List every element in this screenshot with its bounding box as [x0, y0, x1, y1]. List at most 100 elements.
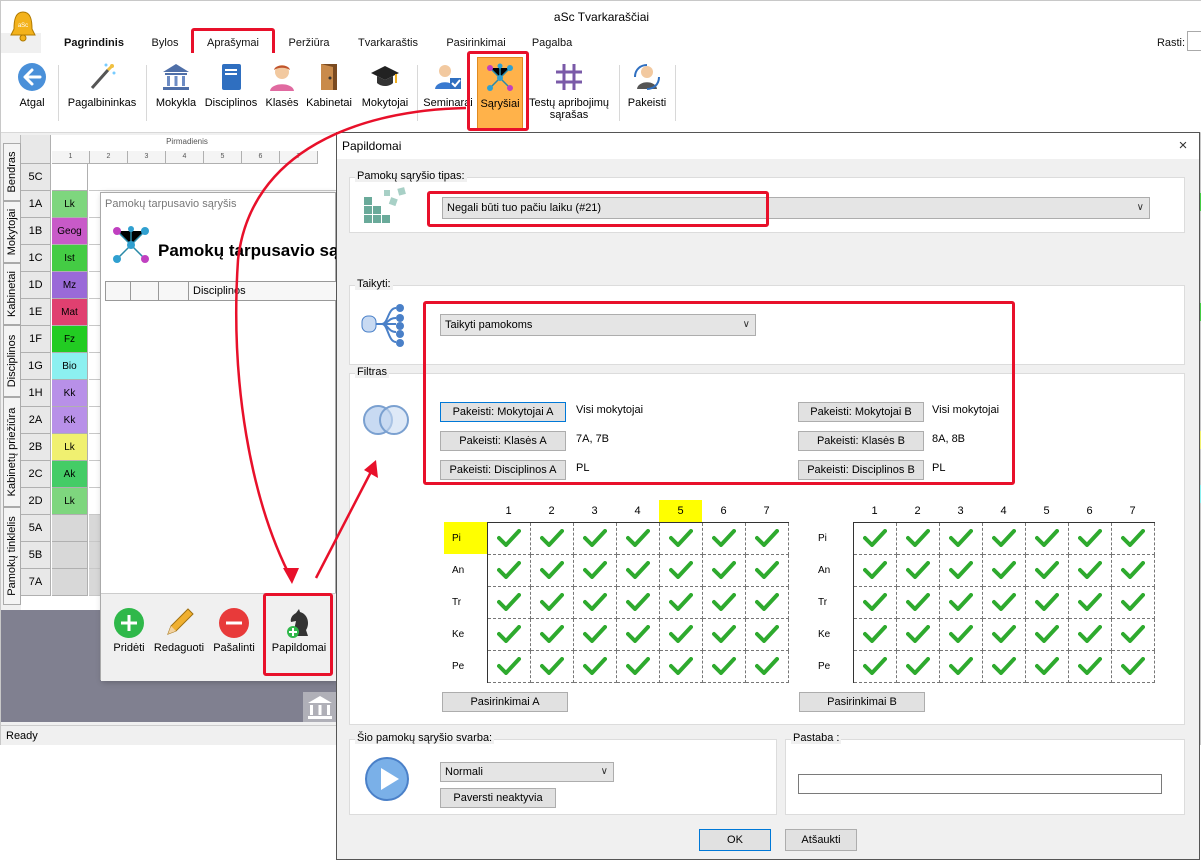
time-slot-cell[interactable]: [939, 586, 983, 619]
wizard-button[interactable]: Pagalbininkas: [61, 59, 143, 129]
time-slot-cell[interactable]: [1068, 618, 1112, 651]
time-slot-cell[interactable]: [659, 618, 703, 651]
lesson-card[interactable]: [52, 569, 88, 596]
tab-room-supervision[interactable]: Kabinetų priežiūra: [3, 397, 21, 507]
time-slot-cell[interactable]: [1111, 618, 1155, 651]
period-header[interactable]: 3: [939, 500, 982, 523]
edit-button[interactable]: Redaguoti: [149, 604, 209, 654]
day-row-header[interactable]: Pi: [444, 522, 488, 554]
add-button[interactable]: Pridėti: [109, 604, 149, 654]
time-slot-cell[interactable]: [982, 586, 1026, 619]
lesson-card[interactable]: [52, 515, 88, 542]
time-slot-cell[interactable]: [939, 650, 983, 683]
class-row-label[interactable]: 2A: [21, 407, 51, 434]
time-slot-cell[interactable]: [1025, 522, 1069, 555]
lesson-card[interactable]: Geog: [52, 218, 88, 245]
classrooms-button[interactable]: Kabinetai: [303, 59, 355, 129]
tab-classrooms[interactable]: Kabinetai: [3, 263, 21, 325]
class-row-label[interactable]: 5B: [21, 542, 51, 569]
timetable-row-cells[interactable]: [89, 164, 337, 191]
time-slot-cell[interactable]: [573, 618, 617, 651]
class-row-label[interactable]: 1B: [21, 218, 51, 245]
lesson-card[interactable]: Mat: [52, 299, 88, 326]
tab-lesson-grid[interactable]: Pamokų tinklelis: [3, 507, 21, 605]
period-header[interactable]: 6: [702, 500, 745, 523]
class-row-label[interactable]: 1G: [21, 353, 51, 380]
time-slot-cell[interactable]: [745, 650, 789, 683]
time-slot-cell[interactable]: [939, 554, 983, 587]
class-row-label[interactable]: 1D: [21, 272, 51, 299]
cancel-button[interactable]: Atšaukti: [785, 829, 857, 851]
time-slot-cell[interactable]: [659, 554, 703, 587]
tab-general[interactable]: Bendras: [3, 143, 21, 201]
deactivate-button[interactable]: Paversti neaktyvia: [440, 788, 556, 808]
time-slot-cell[interactable]: [616, 618, 660, 651]
lesson-card[interactable]: Ist: [52, 245, 88, 272]
lesson-card[interactable]: Lk: [52, 434, 88, 461]
day-row-header[interactable]: Pe: [810, 650, 854, 682]
options-b-button[interactable]: Pasirinkimai B: [799, 692, 925, 712]
time-slot-cell[interactable]: [702, 618, 746, 651]
tab-teachers[interactable]: Mokytojai: [3, 201, 21, 263]
lesson-card[interactable]: Ak: [52, 461, 88, 488]
period-header[interactable]: 2: [530, 500, 573, 523]
menu-bylos[interactable]: Bylos: [143, 35, 187, 53]
lesson-card[interactable]: Mz: [52, 272, 88, 299]
period-header[interactable]: 1: [853, 500, 896, 523]
time-slot-cell[interactable]: [487, 586, 531, 619]
time-slot-cell[interactable]: [616, 522, 660, 555]
options-a-button[interactable]: Pasirinkimai A: [442, 692, 568, 712]
school-building-icon[interactable]: [303, 692, 337, 722]
time-slot-cell[interactable]: [939, 522, 983, 555]
class-row-label[interactable]: 5A: [21, 515, 51, 542]
time-slot-cell[interactable]: [896, 618, 940, 651]
teachers-button[interactable]: Mokytojai: [357, 59, 413, 129]
time-slot-cell[interactable]: [745, 618, 789, 651]
time-slot-cell[interactable]: [1111, 650, 1155, 683]
lesson-card[interactable]: Lk: [52, 191, 88, 218]
time-slot-cell[interactable]: [1068, 650, 1112, 683]
time-slot-cell[interactable]: [487, 650, 531, 683]
period-header[interactable]: 2: [896, 500, 939, 523]
class-row-label[interactable]: 1F: [21, 326, 51, 353]
time-slot-cell[interactable]: [1025, 650, 1069, 683]
close-icon[interactable]: ×: [1173, 136, 1193, 156]
class-row-label[interactable]: 5C: [21, 164, 51, 191]
time-slot-cell[interactable]: [982, 618, 1026, 651]
period-header[interactable]: 5: [1025, 500, 1068, 523]
period-header[interactable]: 4: [982, 500, 1025, 523]
period-header[interactable]: 3: [573, 500, 616, 523]
class-row-label[interactable]: 2C: [21, 461, 51, 488]
lesson-card[interactable]: [52, 164, 88, 191]
ok-button[interactable]: OK: [699, 829, 771, 851]
classes-button[interactable]: Klasės: [263, 59, 301, 129]
time-slot-cell[interactable]: [896, 650, 940, 683]
menu-pagalba[interactable]: Pagalba: [525, 35, 579, 53]
lesson-card[interactable]: Bio: [52, 353, 88, 380]
subjects-button[interactable]: Disciplinos: [201, 59, 261, 129]
class-row-label[interactable]: 2D: [21, 488, 51, 515]
time-slot-cell[interactable]: [702, 522, 746, 555]
subjects-column-header[interactable]: Disciplinos: [193, 285, 246, 297]
bell-icon[interactable]: aSc: [9, 9, 37, 43]
time-slot-cell[interactable]: [982, 522, 1026, 555]
time-slot-cell[interactable]: [616, 554, 660, 587]
day-row-header[interactable]: An: [810, 554, 854, 586]
time-slot-cell[interactable]: [702, 554, 746, 587]
day-row-header[interactable]: Ke: [810, 618, 854, 650]
day-row-header[interactable]: Pi: [810, 522, 854, 554]
test-constraints-button[interactable]: Testų apribojimų sąrašas: [523, 59, 615, 129]
time-slot-cell[interactable]: [896, 586, 940, 619]
time-slot-cell[interactable]: [573, 586, 617, 619]
time-slot-cell[interactable]: [573, 522, 617, 555]
time-slot-cell[interactable]: [487, 618, 531, 651]
time-slot-cell[interactable]: [853, 650, 897, 683]
tab-subjects[interactable]: Disciplinos: [3, 325, 21, 397]
period-header[interactable]: 1: [487, 500, 530, 523]
time-slot-cell[interactable]: [896, 522, 940, 555]
day-row-header[interactable]: Ke: [444, 618, 488, 650]
remove-button[interactable]: Pašalinti: [209, 604, 259, 654]
period-header[interactable]: 5: [659, 500, 702, 523]
time-slot-cell[interactable]: [1111, 554, 1155, 587]
change-button[interactable]: Pakeisti: [623, 59, 671, 129]
